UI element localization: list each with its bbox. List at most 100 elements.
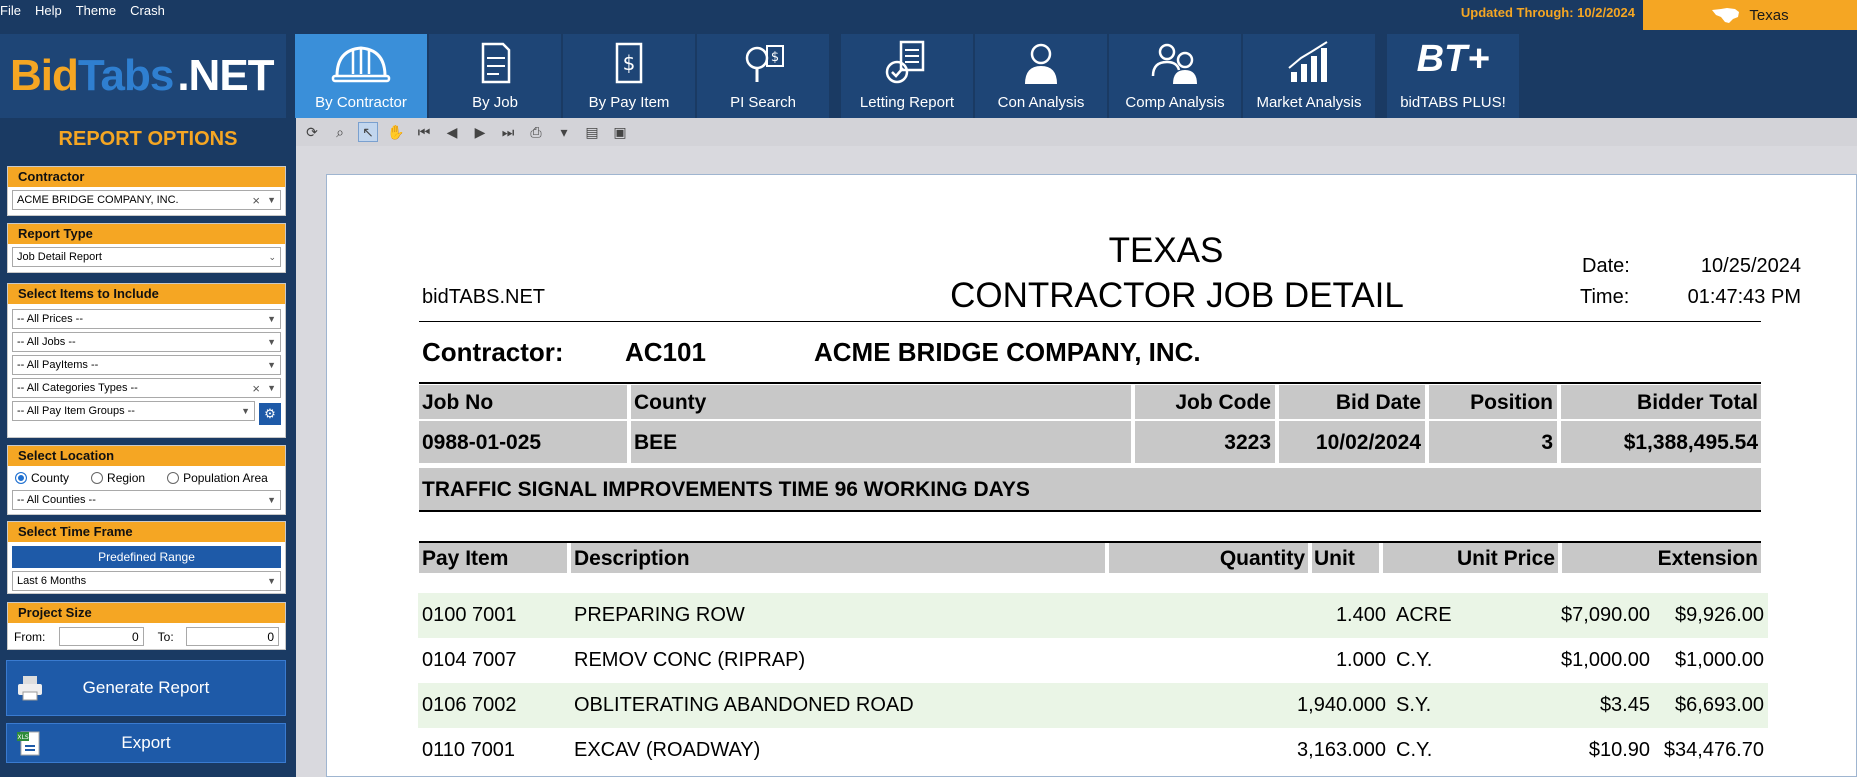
- table-row: 0104 7007 REMOV CONC (RIPRAP) 1.000 C.Y.…: [418, 638, 1768, 683]
- logo-tabs: Tabs: [77, 51, 174, 100]
- contractor-name: ACME BRIDGE COMPANY, INC.: [814, 337, 1201, 367]
- unit-cell: S.Y.: [1396, 694, 1432, 716]
- time-label: Time:: [1580, 286, 1630, 308]
- divider: [627, 421, 631, 463]
- table-row: 0100 7001 PREPARING ROW 1.400 ACRE $7,09…: [418, 593, 1768, 638]
- radio-population-area[interactable]: Population Area: [167, 471, 268, 485]
- two-persons-icon: [1151, 43, 1197, 84]
- predefined-range-button[interactable]: Predefined Range: [12, 546, 281, 568]
- group-header: Report Type: [8, 224, 285, 244]
- find-icon[interactable]: ⌕: [330, 122, 350, 142]
- report-brand: bidTABS.NET: [422, 286, 545, 308]
- counties-select[interactable]: -- All Counties -- ▼: [12, 490, 281, 510]
- unit-price-header: Unit Price: [1456, 547, 1555, 570]
- chevron-down-icon[interactable]: ▼: [267, 495, 276, 505]
- svg-text:$: $: [771, 50, 779, 65]
- person-icon: [1025, 43, 1057, 84]
- tab-by-contractor[interactable]: By Contractor: [295, 34, 427, 118]
- tab-con-analysis[interactable]: Con Analysis: [975, 34, 1107, 118]
- unit-cell: C.Y.: [1396, 739, 1433, 761]
- clear-icon[interactable]: ×: [252, 193, 260, 208]
- chevron-down-icon[interactable]: ▼: [267, 314, 276, 324]
- refresh-icon[interactable]: ⟳: [302, 122, 322, 142]
- bt-plus-icon: BT+: [1416, 38, 1490, 80]
- tab-label: Market Analysis: [1256, 94, 1362, 111]
- chevron-down-icon[interactable]: ▼: [267, 383, 276, 393]
- report-options-title: REPORT OPTIONS: [58, 128, 238, 150]
- quantity-cell: 1.000: [1335, 649, 1386, 671]
- time-range-select[interactable]: Last 6 Months ▼: [12, 571, 281, 591]
- tab-comp-analysis[interactable]: Comp Analysis: [1109, 34, 1241, 118]
- updated-through-label: Updated Through: 10/2/2024: [1460, 5, 1635, 20]
- tab-label: By Job: [472, 94, 518, 111]
- tab-letting-report[interactable]: Letting Report: [841, 34, 973, 118]
- position-value: 3: [1541, 431, 1553, 454]
- report-type-select[interactable]: Job Detail Report ⌄: [12, 247, 281, 267]
- pay-item-cell: 0106 7002: [422, 694, 517, 716]
- size-from-input[interactable]: 0: [59, 627, 144, 646]
- select-value: -- All Pay Item Groups --: [17, 405, 135, 417]
- report-type-group: Report Type Job Detail Report ⌄: [7, 223, 286, 273]
- prices-select[interactable]: -- All Prices -- ▼: [12, 309, 281, 329]
- menu-file[interactable]: File: [0, 3, 21, 18]
- select-pointer-icon[interactable]: ↖: [358, 122, 378, 142]
- select-value: Job Detail Report: [17, 251, 102, 263]
- gear-icon[interactable]: ⚙: [259, 403, 281, 425]
- hand-tool-icon[interactable]: ✋: [386, 122, 406, 142]
- menu-help[interactable]: Help: [35, 3, 62, 18]
- next-page-icon[interactable]: ▶: [470, 122, 490, 142]
- print-dropdown-icon[interactable]: ▾: [554, 122, 574, 142]
- chevron-down-icon[interactable]: ▼: [267, 576, 276, 586]
- pay-item-cell: 0104 7007: [422, 649, 517, 671]
- menu-crash[interactable]: Crash: [130, 3, 165, 18]
- description-cell: EXCAV (ROADWAY): [574, 739, 761, 761]
- chevron-down-icon[interactable]: ▼: [267, 337, 276, 347]
- print-icon[interactable]: ⎙: [526, 122, 546, 142]
- group-header: Project Size: [8, 603, 285, 623]
- chevron-down-icon[interactable]: ▼: [267, 195, 276, 205]
- group-header: Select Items to Include: [8, 284, 285, 304]
- first-page-icon[interactable]: ⏮: [414, 122, 434, 142]
- size-to-input[interactable]: 0: [185, 627, 279, 646]
- pay-item-cell: 0110 7001: [422, 739, 516, 761]
- radio-unchecked-icon: [167, 472, 180, 484]
- menu-theme[interactable]: Theme: [76, 3, 116, 18]
- radio-region[interactable]: Region: [91, 471, 145, 485]
- radio-county[interactable]: County: [15, 471, 69, 485]
- chevron-down-icon[interactable]: ▼: [267, 360, 276, 370]
- logo-bid: Bid: [10, 51, 79, 100]
- payitems-select[interactable]: -- All PayItems -- ▼: [12, 355, 281, 375]
- table-row: 0110 7001 EXCAV (ROADWAY) 3,163.000 C.Y.…: [418, 728, 1768, 773]
- description-header: Description: [574, 547, 690, 570]
- tab-by-pay-item[interactable]: $ By Pay Item: [563, 34, 695, 118]
- tab-by-job[interactable]: By Job: [429, 34, 561, 118]
- chevron-down-icon[interactable]: ⌄: [268, 252, 276, 263]
- export-button[interactable]: XLS Export: [6, 723, 286, 763]
- extension-header: Extension: [1657, 547, 1758, 570]
- radio-label: County: [31, 471, 70, 485]
- contractor-select[interactable]: ACME BRIDGE COMPANY, INC. × ▼: [12, 190, 281, 210]
- tab-bidtabs-plus[interactable]: BT+ bidTABS PLUS!: [1387, 34, 1519, 118]
- size-row: From: 0 To: 0: [8, 623, 285, 650]
- unit-header: Unit: [1314, 547, 1355, 570]
- clear-icon[interactable]: ×: [252, 381, 260, 396]
- generate-report-button[interactable]: Generate Report: [6, 660, 286, 716]
- tab-pi-search[interactable]: $ PI Search: [697, 34, 829, 118]
- job-header-row: Job No County Job Code Bid Date Position…: [419, 385, 1761, 419]
- dollar-document-icon: $: [615, 42, 643, 84]
- prev-page-icon[interactable]: ◀: [442, 122, 462, 142]
- divider: [419, 321, 1761, 322]
- chevron-down-icon[interactable]: ▼: [241, 406, 250, 416]
- pay-item-groups-select[interactable]: -- All Pay Item Groups -- ▼: [12, 401, 255, 421]
- print-preview-icon[interactable]: ▤: [582, 122, 602, 142]
- tab-market-analysis[interactable]: Market Analysis: [1243, 34, 1375, 118]
- state-selector[interactable]: Texas: [1643, 0, 1857, 30]
- last-page-icon[interactable]: ⏭: [498, 122, 518, 142]
- select-value: ACME BRIDGE COMPANY, INC.: [17, 194, 179, 206]
- page-setup-icon[interactable]: ▣: [610, 122, 630, 142]
- tab-label: Comp Analysis: [1125, 94, 1225, 111]
- group-header: Select Time Frame: [8, 522, 285, 542]
- quantity-cell: 1,940.000: [1297, 694, 1386, 716]
- categories-select[interactable]: -- All Categories Types -- × ▼: [12, 378, 281, 398]
- jobs-select[interactable]: -- All Jobs -- ▼: [12, 332, 281, 352]
